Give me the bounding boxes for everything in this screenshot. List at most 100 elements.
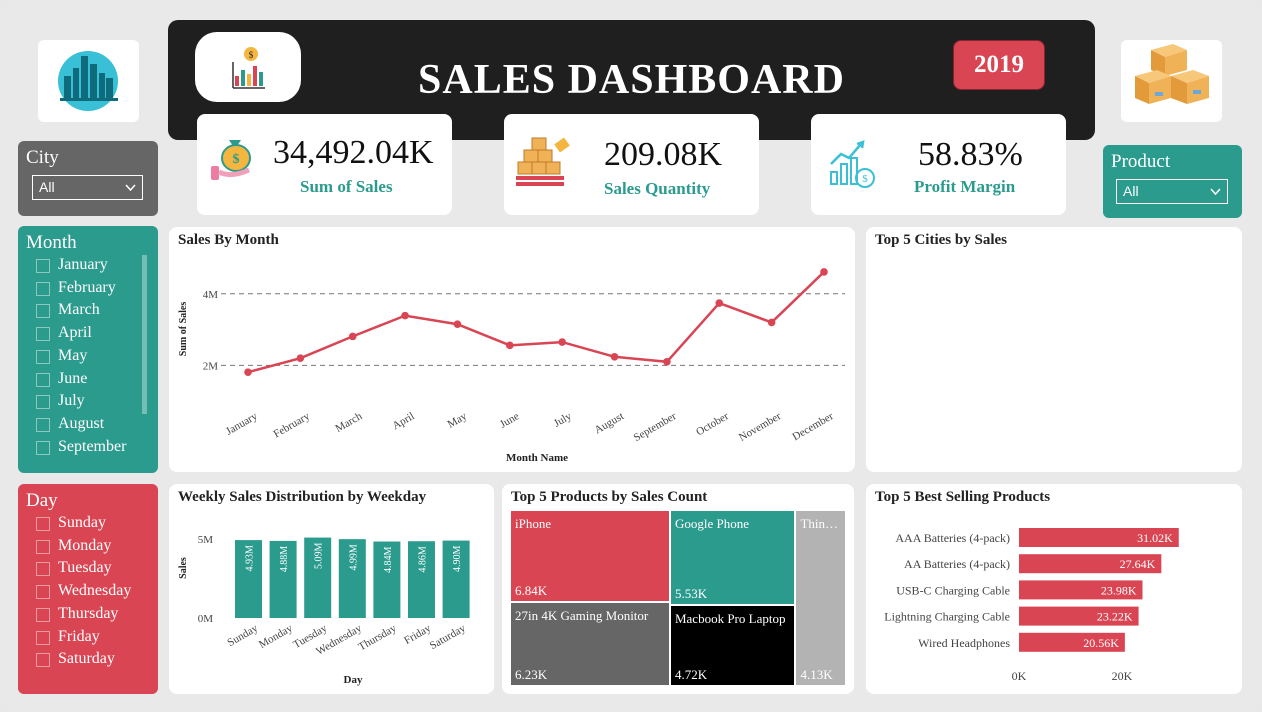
sales-point <box>715 299 724 307</box>
kpi-sales-label: Sum of Sales <box>300 177 393 196</box>
product-dropdown-value: All <box>1123 183 1139 199</box>
city-skyline-icon <box>58 51 118 111</box>
month-checkbox[interactable] <box>36 417 50 432</box>
sales-by-month-chart: 2M 4M January February March April May June July… <box>178 268 845 464</box>
kpi-card-quantity: 209.08K Sales Quantity <box>504 114 759 215</box>
month-slicer-title: Month <box>26 232 77 253</box>
bar-data-label: 4.93M <box>245 545 256 572</box>
y-tick-label: 5M <box>198 534 214 546</box>
month-checkbox[interactable] <box>36 281 50 296</box>
weekly-sales-chart: 5M0M4.93MSunday4.88MMonday5.09MTuesday4.… <box>178 534 470 686</box>
month-checkbox[interactable] <box>36 372 50 387</box>
chevron-down-icon <box>125 184 136 192</box>
weekly-sales-card: Weekly Sales Distribution by Weekday 5M 0… <box>169 484 494 694</box>
x-axis-label: Month Name <box>506 452 568 464</box>
day-checkbox[interactable] <box>36 653 50 668</box>
treemap-tile[interactable]: Thin… 4.13K <box>796 511 845 685</box>
treemap-tile-value: 4.72K <box>674 666 708 682</box>
y-tick-label: 4M <box>203 289 219 301</box>
sales-point <box>663 357 671 366</box>
x-tick-label: June <box>498 410 522 431</box>
sales-point <box>820 268 828 276</box>
x-tick-label: May <box>445 410 469 431</box>
treemap-tile-name: iPhone <box>515 516 552 531</box>
city-logo <box>38 40 139 122</box>
year-badge[interactable]: 2019 <box>953 40 1045 90</box>
treemap-tile[interactable]: Macbook Pro Laptop 4.72K <box>670 605 795 685</box>
chevron-down-icon <box>1210 188 1221 196</box>
x-tick-label: November <box>737 410 783 444</box>
city-dropdown-value: All <box>39 179 55 195</box>
best-selling-card: Top 5 Best Selling Products 31.02K AAA Ba… <box>866 484 1242 694</box>
sales-point <box>610 352 619 361</box>
bar-data-label: 23.98K <box>1101 583 1137 597</box>
top-cities-card: Top 5 Cities by Sales <box>866 227 1242 472</box>
treemap-tile-name: 27in 4K Gaming Monitor <box>515 608 649 624</box>
day-checkbox[interactable] <box>36 562 50 577</box>
month-checkbox[interactable] <box>36 395 50 410</box>
top-products-treemap: iPhone 6.84K 27in 4K Gaming Monitor 6.23K Go… <box>510 510 846 686</box>
y-tick-label: AAA Batteries (4-pack) <box>895 531 1010 545</box>
sales-point <box>244 368 252 376</box>
x-tick-label: September <box>632 410 679 444</box>
city-dropdown[interactable]: All <box>32 175 143 200</box>
day-item-label: Tuesday <box>58 559 112 577</box>
kpi-sales-value: 34,492.04K <box>273 134 434 171</box>
day-item-label: Wednesday <box>58 582 132 600</box>
sales-point <box>401 311 409 320</box>
svg-text:$: $ <box>233 152 240 167</box>
day-checkbox[interactable] <box>36 517 50 531</box>
bar-data-label: 4.99M <box>348 544 359 571</box>
sales-line <box>247 271 825 374</box>
city-slicer: City All <box>18 141 158 216</box>
month-item-label: February <box>58 278 116 296</box>
x-tick-label: December <box>790 410 835 443</box>
bar-data-label: 4.86M <box>418 546 429 573</box>
month-scrollbar[interactable] <box>142 255 147 414</box>
month-checkbox[interactable] <box>36 349 50 364</box>
x-tick-label: April <box>390 410 416 432</box>
month-item-label: May <box>58 346 88 364</box>
month-item-label: August <box>58 414 105 432</box>
x-tick-label: Thursday <box>356 622 398 653</box>
month-item-label: July <box>58 392 85 410</box>
top-products-title: Top 5 Products by Sales Count <box>511 489 708 505</box>
treemap-tile-value: 5.53K <box>674 585 708 601</box>
x-tick-label: October <box>694 410 731 438</box>
day-checkbox[interactable] <box>36 585 50 600</box>
y-tick-label: 0M <box>198 613 214 625</box>
y-axis-label: Sales <box>178 557 189 579</box>
day-slicer: Day Sunday Monday Tuesday Wednesday Thursday… <box>18 484 158 694</box>
sales-point <box>348 332 357 341</box>
kpi-margin-label: Profit Margin <box>914 177 1016 196</box>
month-checkbox[interactable] <box>36 304 50 319</box>
y-tick-label: 2M <box>203 360 219 372</box>
product-dropdown[interactable]: All <box>1116 179 1228 204</box>
treemap-tile[interactable]: Google Phone 5.53K <box>670 511 795 604</box>
money-bag-hand-icon: $ <box>211 140 251 180</box>
x-tick-label: Saturday <box>428 622 468 652</box>
month-item-label: September <box>58 437 127 455</box>
day-checkbox[interactable] <box>36 630 50 645</box>
city-slicer-title: City <box>26 147 59 168</box>
y-axis-label: Sum of Sales <box>178 302 189 357</box>
day-checkbox[interactable] <box>36 539 50 554</box>
month-checkbox[interactable] <box>36 327 50 342</box>
x-axis-label: Day <box>344 674 363 686</box>
top-products-card: Top 5 Products by Sales Count iPhone 6.84… <box>502 484 854 694</box>
y-tick-label: AA Batteries (4-pack) <box>904 557 1010 571</box>
x-tick-label: March <box>333 410 364 435</box>
x-tick-label: Sunday <box>225 622 260 649</box>
treemap-tile-value: 6.23K <box>515 666 548 682</box>
treemap-tile[interactable]: 27in 4K Gaming Monitor 6.23K <box>511 603 669 685</box>
sales-point <box>453 320 462 329</box>
treemap-tile[interactable]: iPhone 6.84K <box>511 511 669 602</box>
month-checkbox[interactable] <box>36 259 50 273</box>
month-checkbox[interactable] <box>36 440 50 455</box>
kpi-card-sales: $ 34,492.04K Sum of Sales <box>197 114 452 215</box>
kpi-quantity-label: Sales Quantity <box>604 179 711 198</box>
bar-data-label: 4.84M <box>383 546 394 573</box>
day-checkbox[interactable] <box>36 607 50 622</box>
day-slicer-title: Day <box>26 490 58 511</box>
boxes-icon <box>1135 44 1209 104</box>
